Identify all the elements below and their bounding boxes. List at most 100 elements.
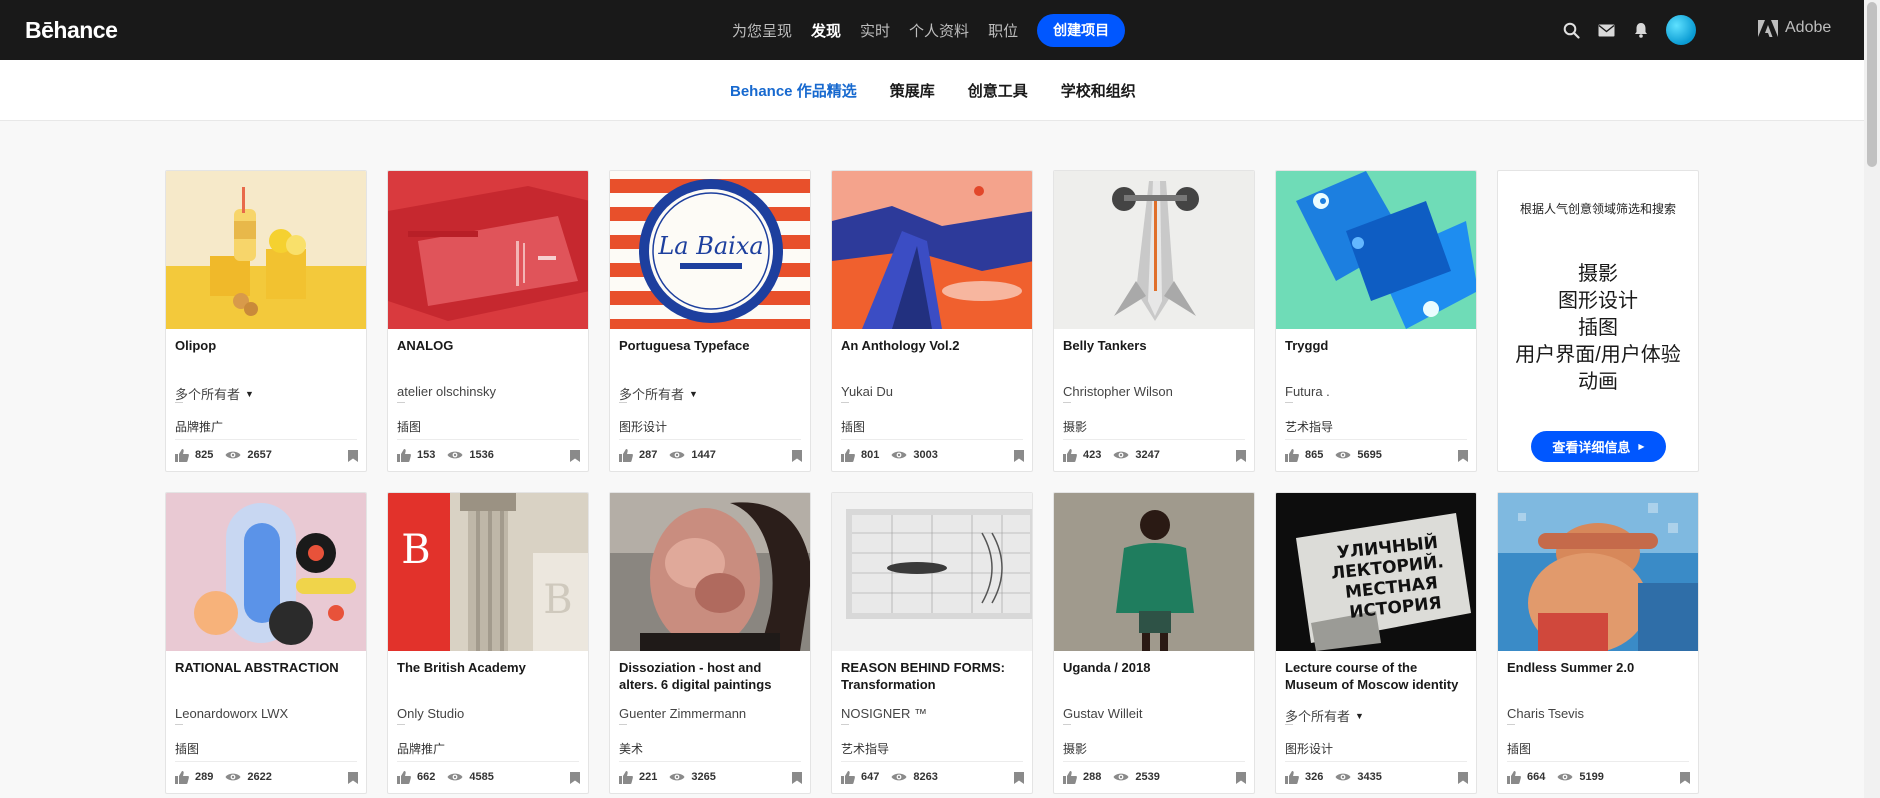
bookmark-icon[interactable] — [348, 771, 358, 789]
bookmark-icon[interactable] — [1458, 771, 1468, 789]
project-field[interactable]: 艺术指导 — [841, 740, 889, 757]
project-cover-image[interactable] — [610, 493, 810, 651]
nav-link-2[interactable]: 实时 — [860, 20, 890, 41]
project-card[interactable]: An Anthology Vol.2 Yukai Du 插图 801 3003 — [831, 170, 1033, 472]
view-details-button[interactable]: 查看详细信息 ▶ — [1531, 431, 1666, 462]
project-cover-image[interactable]: УЛИЧНЫЙ ЛЕКТОРИЙ. МЕСТНАЯ ИСТОРИЯ — [1276, 493, 1476, 651]
project-cover-image[interactable] — [166, 171, 366, 329]
project-title[interactable]: Tryggd — [1285, 337, 1468, 354]
project-title[interactable]: Dissoziation - host and alters. 6 digita… — [619, 659, 802, 693]
project-title[interactable]: Olipop — [175, 337, 358, 354]
project-card[interactable]: La Baixa Portuguesa Typeface 多个所有者 ▼ 图形设计 287… — [609, 170, 811, 472]
project-cover-image[interactable] — [832, 171, 1032, 329]
project-owner[interactable]: 多个所有者 ▼ — [1285, 706, 1364, 725]
subnav-item-3[interactable]: 学校和组织 — [1061, 80, 1136, 101]
creative-field-link[interactable]: 图形设计 — [1506, 288, 1690, 315]
thumbs-up-icon[interactable] — [175, 770, 189, 784]
project-field[interactable]: 插图 — [397, 418, 421, 435]
project-cover-image[interactable] — [1054, 171, 1254, 329]
project-title[interactable]: REASON BEHIND FORMS: Transformation — [841, 659, 1024, 693]
search-icon[interactable] — [1561, 20, 1581, 40]
project-owner[interactable]: 多个所有者 ▼ — [175, 384, 254, 403]
project-field[interactable]: 摄影 — [1063, 418, 1087, 435]
project-card[interactable]: Belly Tankers Christopher Wilson 摄影 423 3247 — [1053, 170, 1255, 472]
bookmark-icon[interactable] — [570, 449, 580, 467]
project-card[interactable]: Dissoziation - host and alters. 6 digita… — [609, 492, 811, 794]
project-owner[interactable]: Only Studio — [397, 706, 464, 721]
thumbs-up-icon[interactable] — [1507, 770, 1521, 784]
owner-name[interactable]: 多个所有者 — [175, 384, 240, 403]
project-field[interactable]: 摄影 — [1063, 740, 1087, 757]
project-title[interactable]: RATIONAL ABSTRACTION — [175, 659, 358, 676]
bookmark-icon[interactable] — [1014, 771, 1024, 789]
creative-field-link[interactable]: 动画 — [1506, 369, 1690, 396]
owner-name[interactable]: Yukai Du — [841, 384, 893, 399]
project-card[interactable]: Endless Summer 2.0 Charis Tsevis 插图 664 5199 — [1497, 492, 1699, 794]
project-cover-image[interactable] — [166, 493, 366, 651]
project-card[interactable]: REASON BEHIND FORMS: Transformation NOSIG… — [831, 492, 1033, 794]
thumbs-up-icon[interactable] — [1063, 448, 1077, 462]
thumbs-up-icon[interactable] — [619, 770, 633, 784]
owner-name[interactable]: Charis Tsevis — [1507, 706, 1584, 721]
project-field[interactable]: 品牌推广 — [397, 740, 445, 757]
owner-name[interactable]: NOSIGNER ™ — [841, 706, 927, 721]
project-owner[interactable]: Futura . — [1285, 384, 1330, 399]
owner-name[interactable]: Leonardoworx LWX — [175, 706, 288, 721]
subnav-item-1[interactable]: 策展库 — [890, 80, 935, 101]
thumbs-up-icon[interactable] — [397, 770, 411, 784]
thumbs-up-icon[interactable] — [175, 448, 189, 462]
bookmark-icon[interactable] — [1236, 771, 1246, 789]
chevron-down-icon[interactable]: ▼ — [245, 389, 254, 399]
project-card[interactable]: B B The British Academy Only Studio 品牌推广 662 4… — [387, 492, 589, 794]
project-title[interactable]: Endless Summer 2.0 — [1507, 659, 1690, 676]
project-cover-image[interactable]: BB — [388, 493, 588, 651]
project-card[interactable]: УЛИЧНЫЙ ЛЕКТОРИЙ. МЕСТНАЯ ИСТОРИЯ Lecture co… — [1275, 492, 1477, 794]
owner-name[interactable]: 多个所有者 — [1285, 706, 1350, 725]
project-card[interactable]: RATIONAL ABSTRACTION Leonardoworx LWX 插图 28… — [165, 492, 367, 794]
adobe-link[interactable]: Adobe — [1758, 19, 1831, 37]
project-card[interactable]: Tryggd Futura . 艺术指导 865 5695 — [1275, 170, 1477, 472]
thumbs-up-icon[interactable] — [397, 448, 411, 462]
bookmark-icon[interactable] — [1680, 771, 1690, 789]
bookmark-icon[interactable] — [1458, 449, 1468, 467]
project-field[interactable]: 艺术指导 — [1285, 418, 1333, 435]
nav-link-4[interactable]: 职位 — [988, 20, 1018, 41]
project-owner[interactable]: Yukai Du — [841, 384, 893, 399]
bookmark-icon[interactable] — [792, 771, 802, 789]
thumbs-up-icon[interactable] — [841, 448, 855, 462]
owner-name[interactable]: Futura . — [1285, 384, 1330, 399]
thumbs-up-icon[interactable] — [1063, 770, 1077, 784]
chevron-down-icon[interactable]: ▼ — [1355, 711, 1364, 721]
project-cover-image[interactable] — [1498, 493, 1698, 651]
owner-name[interactable]: Gustav Willeit — [1063, 706, 1142, 721]
owner-name[interactable]: 多个所有者 — [619, 384, 684, 403]
creative-field-link[interactable]: 摄影 — [1506, 261, 1690, 288]
project-field[interactable]: 图形设计 — [1285, 740, 1333, 757]
project-card[interactable]: ANALOG atelier olschinsky 插图 153 1536 — [387, 170, 589, 472]
owner-name[interactable]: Only Studio — [397, 706, 464, 721]
thumbs-up-icon[interactable] — [619, 448, 633, 462]
project-cover-image[interactable] — [388, 171, 588, 329]
project-field[interactable]: 美术 — [619, 740, 643, 757]
project-field[interactable]: 图形设计 — [619, 418, 667, 435]
project-cover-image[interactable] — [832, 493, 1032, 651]
chevron-down-icon[interactable]: ▼ — [689, 389, 698, 399]
bell-icon[interactable] — [1631, 20, 1651, 40]
thumbs-up-icon[interactable] — [841, 770, 855, 784]
nav-link-1[interactable]: 发现 — [811, 20, 841, 41]
nav-link-0[interactable]: 为您呈现 — [732, 20, 792, 41]
create-project-button[interactable]: 创建项目 — [1037, 13, 1126, 47]
project-owner[interactable]: Charis Tsevis — [1507, 706, 1584, 721]
subnav-item-2[interactable]: 创意工具 — [968, 80, 1028, 101]
project-owner[interactable]: atelier olschinsky — [397, 384, 496, 399]
project-card[interactable]: Uganda / 2018 Gustav Willeit 摄影 288 2539 — [1053, 492, 1255, 794]
project-owner[interactable]: Gustav Willeit — [1063, 706, 1142, 721]
project-cover-image[interactable] — [1276, 171, 1476, 329]
owner-name[interactable]: Christopher Wilson — [1063, 384, 1173, 399]
creative-field-link[interactable]: 插图 — [1506, 315, 1690, 342]
page-scrollbar[interactable] — [1864, 0, 1880, 798]
thumbs-up-icon[interactable] — [1285, 448, 1299, 462]
avatar[interactable] — [1666, 15, 1696, 45]
project-title[interactable]: ANALOG — [397, 337, 580, 354]
scrollbar-thumb[interactable] — [1867, 2, 1877, 167]
